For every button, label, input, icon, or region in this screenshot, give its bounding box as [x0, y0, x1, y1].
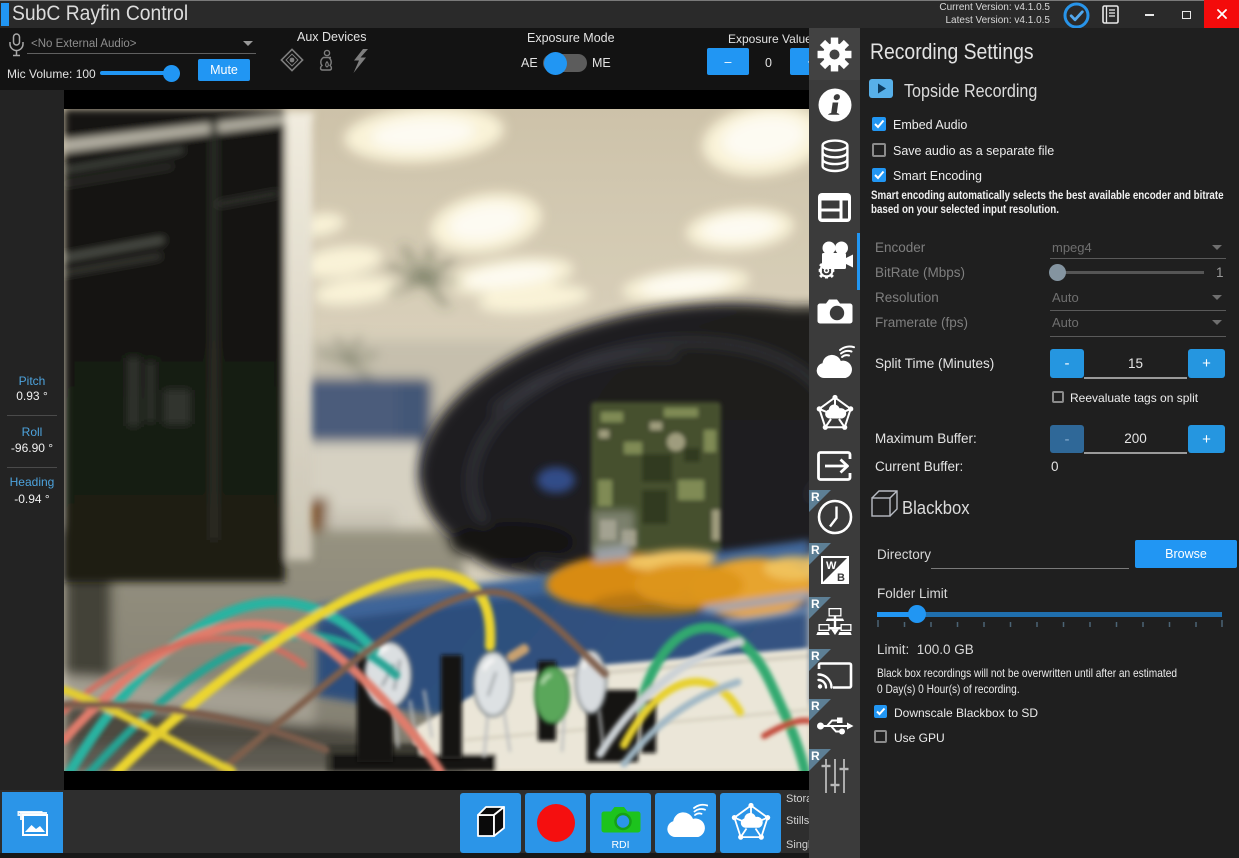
svg-text:B: B	[837, 572, 845, 584]
